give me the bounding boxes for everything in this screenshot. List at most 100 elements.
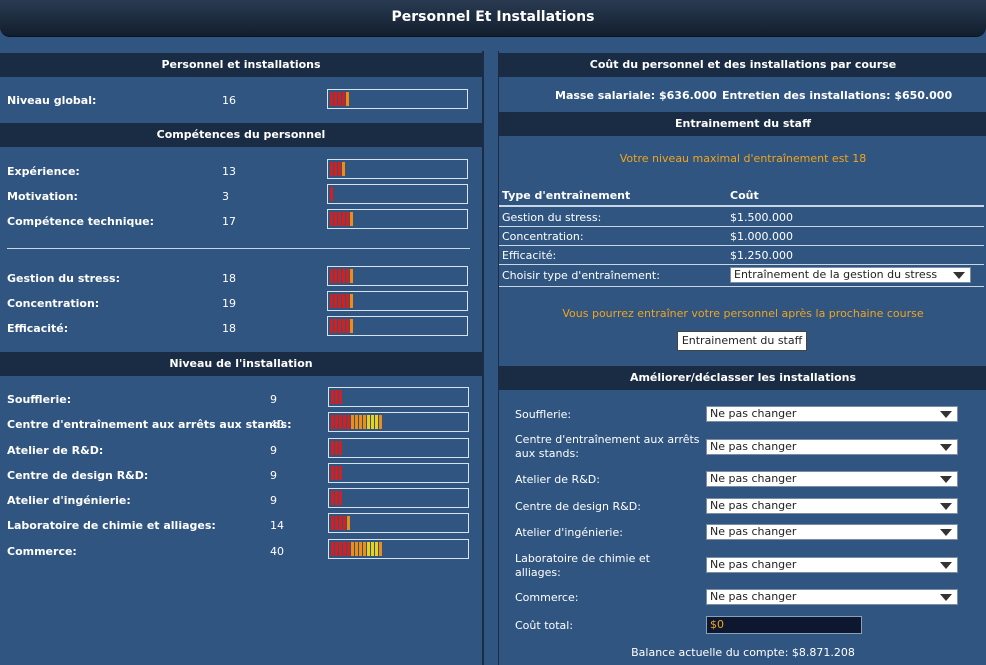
level-bar-graphic — [331, 542, 382, 556]
level-bar-segment — [334, 162, 337, 176]
efficiency-value: 18 — [222, 322, 236, 335]
level-bar-segment — [379, 415, 382, 429]
level-bar-graphic — [330, 162, 345, 176]
training-type-select[interactable]: Entraînement de la gestion du stress — [730, 267, 971, 283]
level-bar-segment — [350, 319, 353, 333]
training-row-cost: $1.500.000 — [730, 211, 793, 224]
upgrade-select-value: Ne pas changer — [710, 472, 797, 485]
table-row-line — [499, 226, 984, 227]
upgrade-select-rd-workshop[interactable]: Ne pas changer — [706, 471, 958, 487]
wind-tunnel-label: Soufflerie: — [7, 393, 72, 406]
level-bar-graphic — [330, 269, 353, 283]
level-bar-segment — [338, 294, 341, 308]
rd-workshop-label: Atelier de R&D: — [7, 444, 104, 457]
level-bar-segment — [346, 92, 349, 106]
chevron-down-icon — [940, 594, 952, 601]
rd-design-center-label: Centre de design R&D: — [7, 469, 149, 482]
level-bar-segment — [342, 319, 345, 333]
level-bar-segment — [350, 294, 353, 308]
level-bar-segment — [350, 269, 353, 283]
level-bar-segment — [335, 390, 338, 404]
upgrade-select-commerce[interactable]: Ne pas changer — [706, 589, 958, 605]
commerce-bar — [328, 539, 469, 559]
upgrade-select-engineering-workshop[interactable]: Ne pas changer — [706, 524, 958, 540]
level-bar-graphic — [330, 212, 353, 226]
level-bar-segment — [363, 415, 366, 429]
personnel-header: Personnel et installations — [0, 53, 482, 77]
upgrade-select-rd-design-center[interactable]: Ne pas changer — [706, 498, 958, 514]
level-bar-segment — [346, 212, 349, 226]
training-row-cost: $1.000.000 — [730, 230, 793, 243]
wind-tunnel-value: 9 — [270, 393, 277, 406]
pit-stop-center-value: 40 — [270, 418, 284, 431]
pit-stop-center-bar — [328, 412, 469, 432]
chevron-down-icon — [940, 529, 952, 536]
level-bar-segment — [359, 415, 362, 429]
chevron-down-icon — [940, 562, 952, 569]
level-bar-segment — [335, 441, 338, 455]
concentration-label: Concentration: — [7, 297, 100, 310]
rd-workshop-bar — [328, 438, 469, 458]
level-bar-segment — [331, 390, 334, 404]
stress-management-bar — [327, 266, 468, 286]
training-type-select-value: Entraînement de la gestion du stress — [734, 268, 938, 281]
global-level-label: Niveau global: — [7, 94, 97, 107]
level-bar-segment — [335, 542, 338, 556]
level-bar-graphic — [331, 390, 342, 404]
level-bar-segment — [339, 542, 342, 556]
level-bar-segment — [330, 162, 333, 176]
level-bar-segment — [351, 542, 354, 556]
training-type-column-header: Type d'entraînement — [502, 189, 631, 202]
max-training-message: Votre niveau maximal d'entraînement est … — [619, 152, 867, 165]
upgrade-label-commerce: Commerce: — [515, 591, 579, 604]
level-bar-segment — [367, 542, 370, 556]
upgrade-label-rd-workshop: Atelier de R&D: — [515, 473, 600, 486]
level-bar-segment — [351, 415, 354, 429]
table-row-line — [499, 264, 984, 265]
upgrade-select-value: Ne pas changer — [710, 558, 797, 571]
training-row-cost: $1.250.000 — [730, 249, 793, 262]
upgrade-select-wind-tunnel[interactable]: Ne pas changer — [706, 406, 958, 422]
upgrade-select-value: Ne pas changer — [710, 590, 797, 603]
level-bar-segment — [334, 212, 337, 226]
level-bar-graphic — [331, 491, 342, 505]
level-bar-segment — [330, 294, 333, 308]
commerce-label: Commerce: — [7, 545, 77, 558]
level-bar-graphic — [330, 294, 353, 308]
concentration-value: 19 — [222, 297, 236, 310]
upgrade-select-chemistry-lab[interactable]: Ne pas changer — [706, 557, 958, 573]
level-bar-segment — [330, 319, 333, 333]
level-bar-segment — [331, 516, 334, 530]
level-bar-segment — [335, 466, 338, 480]
table-row-line — [499, 245, 984, 246]
level-bar-segment — [339, 516, 342, 530]
training-row-type: Gestion du stress: — [502, 211, 602, 224]
upgrade-select-pit-stop-center[interactable]: Ne pas changer — [706, 439, 958, 455]
level-bar-segment — [338, 269, 341, 283]
train-staff-button[interactable]: Entrainement du staff — [677, 331, 807, 351]
level-bar-graphic — [331, 466, 342, 480]
upgrade-header: Améliorer/déclasser les installations — [499, 366, 986, 390]
level-bar-segment — [331, 542, 334, 556]
technical-skill-bar — [327, 209, 468, 229]
next-race-message: Vous pourrez entraîner votre personnel a… — [562, 307, 924, 320]
chemistry-lab-label: Laboratoire de chimie et alliages: — [7, 519, 216, 532]
upgrade-select-value: Ne pas changer — [710, 440, 797, 453]
experience-value: 13 — [222, 165, 236, 178]
engineering-workshop-label: Atelier d'ingénierie: — [7, 494, 131, 507]
level-bar-segment — [335, 415, 338, 429]
training-row-type: Concentration: — [502, 230, 584, 243]
personnel-panel: Personnel et installations Niveau global… — [0, 51, 484, 665]
level-bar-segment — [339, 441, 342, 455]
rd-workshop-value: 9 — [270, 444, 277, 457]
chevron-down-icon — [940, 503, 952, 510]
level-bar-segment — [330, 187, 333, 201]
level-bar-segment — [338, 212, 341, 226]
global-level-bar — [327, 89, 468, 109]
level-bar-segment — [331, 491, 334, 505]
upgrade-label-wind-tunnel: Soufflerie: — [515, 408, 572, 421]
total-cost-label: Coût total: — [515, 619, 574, 632]
level-bar-segment — [355, 542, 358, 556]
level-bar-graphic — [331, 441, 342, 455]
staff-training-header: Entrainement du staff — [499, 112, 986, 136]
